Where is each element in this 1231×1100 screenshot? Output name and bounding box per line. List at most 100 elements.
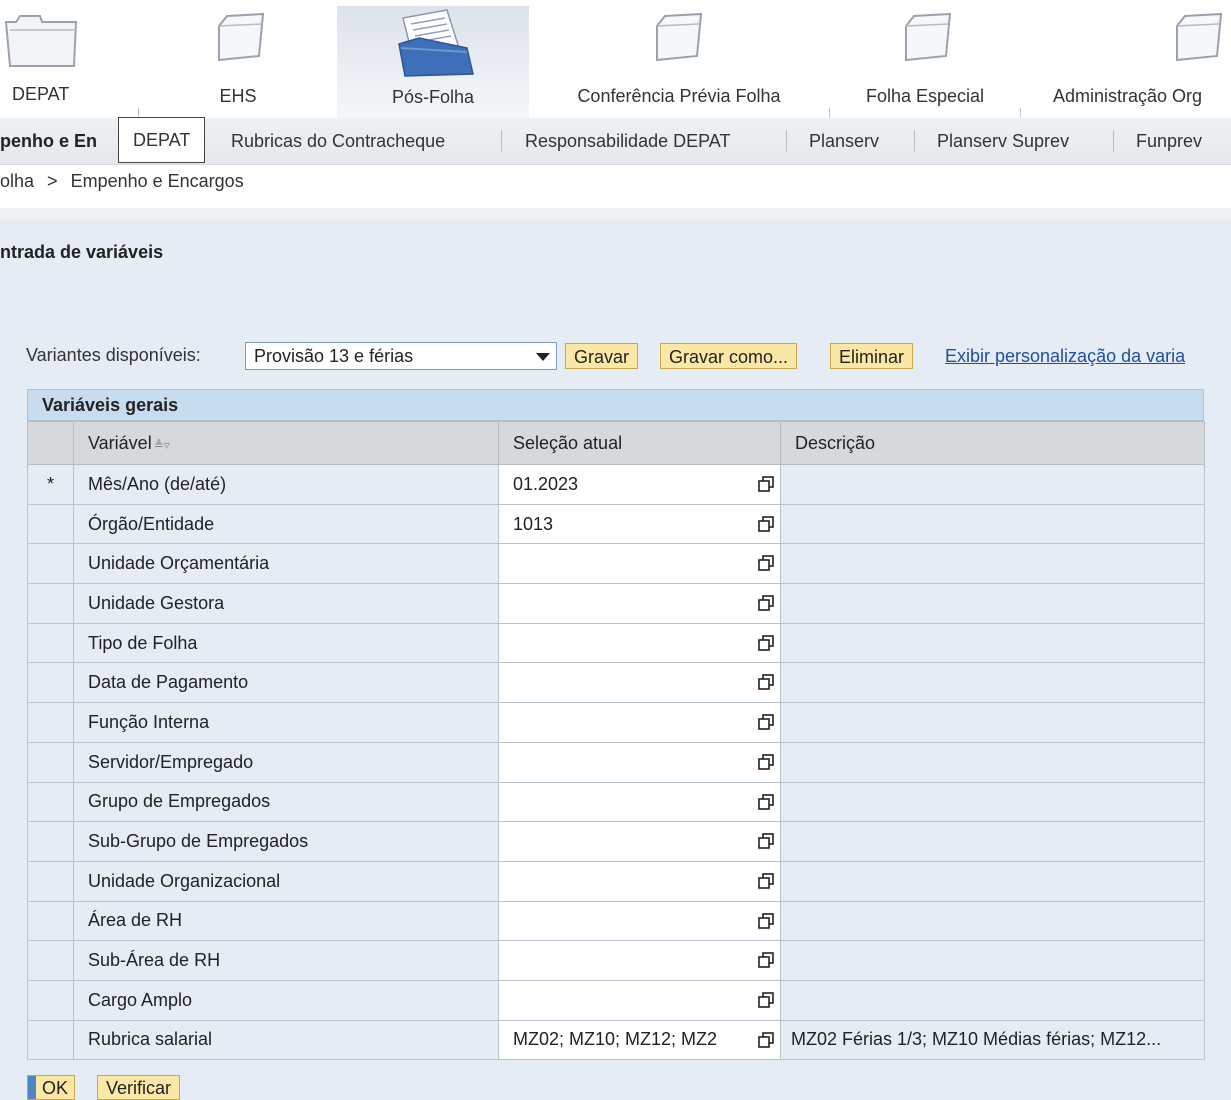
selection-input[interactable] bbox=[498, 860, 781, 902]
selection-input[interactable] bbox=[498, 979, 781, 1021]
selection-input[interactable] bbox=[498, 583, 781, 624]
breadcrumb-current: Empenho e Encargos bbox=[70, 171, 244, 191]
subnav-item-rubricas-contracheque[interactable]: Rubricas do Contracheque bbox=[231, 118, 445, 164]
selection-input[interactable]: 01.2023 bbox=[498, 464, 781, 505]
breadcrumb: olha > Empenho e Encargos bbox=[0, 168, 244, 194]
variable-name: Rubrica salarial bbox=[73, 1019, 499, 1061]
selection-input[interactable] bbox=[498, 900, 781, 942]
variable-name: Cargo Amplo bbox=[73, 979, 499, 1021]
selection-input[interactable] bbox=[498, 622, 781, 664]
row-mandatory-marker[interactable] bbox=[27, 543, 74, 585]
row-mandatory-marker[interactable] bbox=[27, 781, 74, 823]
tab-administracao-org[interactable]: Administração Org bbox=[1021, 6, 1231, 118]
selection-input[interactable] bbox=[498, 940, 781, 981]
table-row: Órgão/Entidade 1013 bbox=[27, 503, 1205, 545]
subnav-item-planserv[interactable]: Planserv bbox=[809, 118, 879, 164]
column-header-selection[interactable]: Seleção atual bbox=[498, 421, 781, 465]
row-mandatory-marker[interactable] bbox=[27, 1019, 74, 1061]
row-selector-header[interactable] bbox=[27, 421, 74, 465]
row-mandatory-marker[interactable] bbox=[27, 900, 74, 942]
variable-description bbox=[780, 940, 1205, 981]
variant-select[interactable]: Provisão 13 e férias bbox=[245, 342, 557, 370]
subnav-item-planserv-suprev[interactable]: Planserv Suprev bbox=[937, 118, 1069, 164]
subnav-item-funprev[interactable]: Funprev bbox=[1136, 118, 1202, 164]
table-group-title: Variáveis gerais bbox=[27, 389, 1204, 421]
tab-ehs[interactable]: EHS bbox=[139, 6, 337, 118]
variable-name: Servidor/Empregado bbox=[73, 741, 499, 783]
row-mandatory-marker[interactable] bbox=[27, 662, 74, 704]
multiple-selection-icon[interactable] bbox=[758, 674, 774, 691]
multiple-selection-icon[interactable] bbox=[758, 595, 774, 611]
table-row: Sub-Grupo de Empregados bbox=[27, 821, 1205, 862]
multiple-selection-icon[interactable] bbox=[758, 555, 774, 572]
variable-description bbox=[780, 464, 1205, 505]
table-row: Unidade Organizacional bbox=[27, 860, 1205, 902]
breadcrumb-separator: > bbox=[47, 171, 58, 191]
sort-icon[interactable]: ≜▿ bbox=[154, 438, 170, 452]
save-as-button[interactable]: Gravar como... bbox=[660, 343, 798, 369]
tab-folha-especial[interactable]: Folha Especial bbox=[830, 6, 1020, 118]
row-mandatory-marker[interactable] bbox=[27, 940, 74, 981]
page-band bbox=[0, 208, 1231, 220]
selection-input[interactable] bbox=[498, 662, 781, 704]
page-title: ntrada de variáveis bbox=[0, 242, 164, 262]
multiple-selection-icon[interactable] bbox=[758, 1031, 774, 1048]
selection-input[interactable]: MZ02; MZ10; MZ12; MZ2 bbox=[498, 1019, 781, 1061]
top-navigation: DEPAT EHS Pós-Folha Conferência Prévia F… bbox=[0, 0, 1231, 118]
table-row: Data de Pagamento bbox=[27, 662, 1205, 704]
tooltip: DEPAT bbox=[118, 117, 206, 163]
verify-button[interactable]: Verificar bbox=[97, 1075, 181, 1100]
variable-name: Data de Pagamento bbox=[73, 662, 499, 704]
subnav-item-responsabilidade-depat[interactable]: Responsabilidade DEPAT bbox=[525, 118, 730, 164]
selection-input[interactable] bbox=[498, 821, 781, 862]
multiple-selection-icon[interactable] bbox=[758, 793, 774, 810]
column-header-variable[interactable]: Variável ≜▿ bbox=[73, 421, 499, 465]
variable-name: Sub-Grupo de Empregados bbox=[73, 821, 499, 862]
variants-label: Variantes disponíveis: bbox=[26, 345, 201, 365]
row-mandatory-marker[interactable] bbox=[27, 821, 74, 862]
row-mandatory-marker[interactable] bbox=[27, 979, 74, 1021]
variable-description bbox=[780, 781, 1205, 823]
dropdown-arrow-icon[interactable] bbox=[536, 353, 550, 361]
variable-name: Função Interna bbox=[73, 702, 499, 743]
multiple-selection-icon[interactable] bbox=[758, 754, 774, 770]
tab-conferencia-previa-folha[interactable]: Conferência Prévia Folha bbox=[529, 6, 829, 118]
selection-input[interactable]: 1013 bbox=[498, 503, 781, 545]
subnav-item-empenho-encargos[interactable]: penho e En bbox=[0, 118, 97, 164]
variable-name: Unidade Orçamentária bbox=[73, 543, 499, 585]
row-mandatory-marker[interactable] bbox=[27, 503, 74, 545]
folder-icon bbox=[905, 12, 952, 62]
row-mandatory-marker[interactable] bbox=[27, 702, 74, 743]
multiple-selection-icon[interactable] bbox=[758, 992, 774, 1008]
row-mandatory-marker[interactable]: * bbox=[27, 464, 74, 505]
row-mandatory-marker[interactable] bbox=[27, 860, 74, 902]
tab-depat[interactable]: DEPAT bbox=[0, 6, 138, 118]
selection-input[interactable] bbox=[498, 543, 781, 585]
delete-button[interactable]: Eliminar bbox=[830, 343, 914, 369]
row-mandatory-marker[interactable] bbox=[27, 622, 74, 664]
folder-icon bbox=[218, 12, 265, 62]
breadcrumb-parent[interactable]: olha bbox=[0, 171, 34, 191]
selection-input[interactable] bbox=[498, 781, 781, 823]
selection-input[interactable] bbox=[498, 702, 781, 743]
variant-select-value: Provisão 13 e férias bbox=[254, 346, 414, 366]
ok-button[interactable]: OK bbox=[27, 1075, 76, 1100]
table-row: Grupo de Empregados bbox=[27, 781, 1205, 823]
multiple-selection-icon[interactable] bbox=[758, 952, 774, 969]
selection-input[interactable] bbox=[498, 741, 781, 783]
multiple-selection-icon[interactable] bbox=[758, 476, 774, 492]
table-row: * Mês/Ano (de/até) 01.2023 bbox=[27, 464, 1205, 505]
tab-pos-folha[interactable]: Pós-Folha bbox=[337, 6, 529, 118]
multiple-selection-icon[interactable] bbox=[758, 515, 774, 532]
multiple-selection-icon[interactable] bbox=[758, 833, 774, 849]
row-mandatory-marker[interactable] bbox=[27, 741, 74, 783]
save-button[interactable]: Gravar bbox=[565, 343, 639, 369]
multiple-selection-icon[interactable] bbox=[758, 634, 774, 651]
row-mandatory-marker[interactable] bbox=[27, 583, 74, 624]
multiple-selection-icon[interactable] bbox=[758, 873, 774, 889]
show-variant-personalization-link[interactable]: Exibir personalização da varia bbox=[945, 346, 1185, 367]
multiple-selection-icon[interactable] bbox=[758, 714, 774, 730]
variables-table: Variável ≜▿ Seleção atual Descrição * Mês/… bbox=[27, 421, 1205, 1061]
multiple-selection-icon[interactable] bbox=[758, 912, 774, 929]
column-header-description[interactable]: Descrição bbox=[780, 421, 1205, 465]
